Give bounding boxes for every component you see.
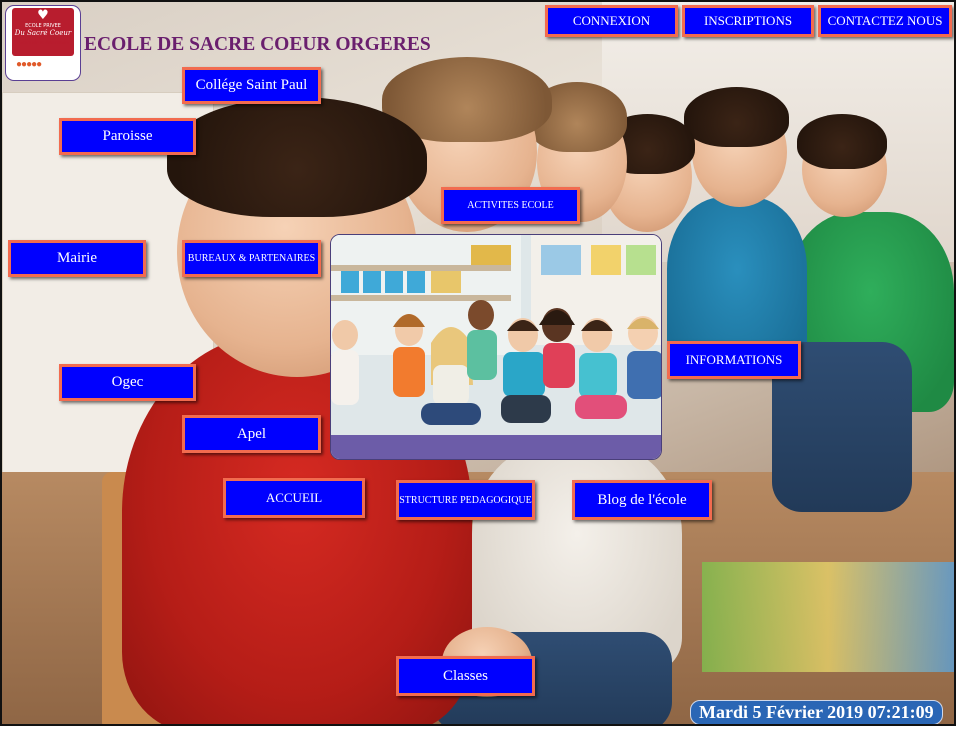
site-title: ECOLE DE SACRE COEUR ORGERES — [84, 34, 431, 55]
connexion-button[interactable]: CONNEXION — [545, 5, 678, 37]
background-child-head — [692, 97, 787, 207]
contact-button[interactable]: CONTACTEZ NOUS — [818, 5, 952, 37]
school-logo[interactable]: ♥ ECOLE PRIVEE Du Sacré Coeur maternelle… — [5, 5, 81, 81]
accueil-button[interactable]: ACCUEIL — [223, 478, 365, 518]
background-child-head — [602, 122, 692, 232]
inscriptions-button[interactable]: INSCRIPTIONS — [682, 5, 814, 37]
bureaux-partenaires-button[interactable]: BUREAUX & PARTENAIRES — [182, 240, 321, 277]
mairie-button[interactable]: Mairie — [8, 240, 146, 277]
background-child-hair — [600, 114, 695, 174]
structure-pedagogique-button[interactable]: STRUCTURE PEDAGOGIQUE — [396, 480, 535, 520]
heart-icon: ♥ — [37, 8, 49, 23]
foreground-child-hair — [167, 97, 427, 217]
background-window — [602, 2, 954, 262]
page-background: ♥ ECOLE PRIVEE Du Sacré Coeur maternelle… — [0, 0, 956, 726]
background-child-hair — [684, 87, 789, 147]
classroom-photo-illustration — [331, 235, 661, 459]
logo-badge: ♥ ECOLE PRIVEE Du Sacré Coeur maternelle… — [12, 8, 74, 70]
background-child-green — [787, 212, 954, 412]
informations-button[interactable]: INFORMATIONS — [667, 341, 801, 379]
logo-line-3: maternelle et élémentaire — [16, 40, 70, 45]
children-illustration-icon: ●●●●● — [16, 59, 42, 70]
apel-button[interactable]: Apel — [182, 415, 321, 453]
background-child-shirt — [472, 442, 682, 672]
classroom-photo — [330, 234, 662, 460]
background-child-hair — [797, 114, 887, 169]
logo-line-2: Du Sacré Coeur — [14, 29, 72, 38]
blog-button[interactable]: Blog de l'école — [572, 480, 712, 520]
activites-ecole-button[interactable]: ACTIVITES ECOLE — [441, 187, 580, 224]
background-chair — [102, 472, 172, 724]
background-child-hair — [527, 82, 627, 152]
paroisse-button[interactable]: Paroisse — [59, 118, 196, 155]
date-time-clock: Mardi 5 Février 2019 07:21:09 — [690, 700, 943, 724]
background-child-hair — [382, 57, 552, 142]
background-child-head — [802, 122, 887, 217]
classes-button[interactable]: Classes — [396, 656, 535, 696]
background-rug — [702, 562, 954, 672]
college-saint-paul-button[interactable]: Collége Saint Paul — [182, 67, 321, 104]
ogec-button[interactable]: Ogec — [59, 364, 196, 401]
